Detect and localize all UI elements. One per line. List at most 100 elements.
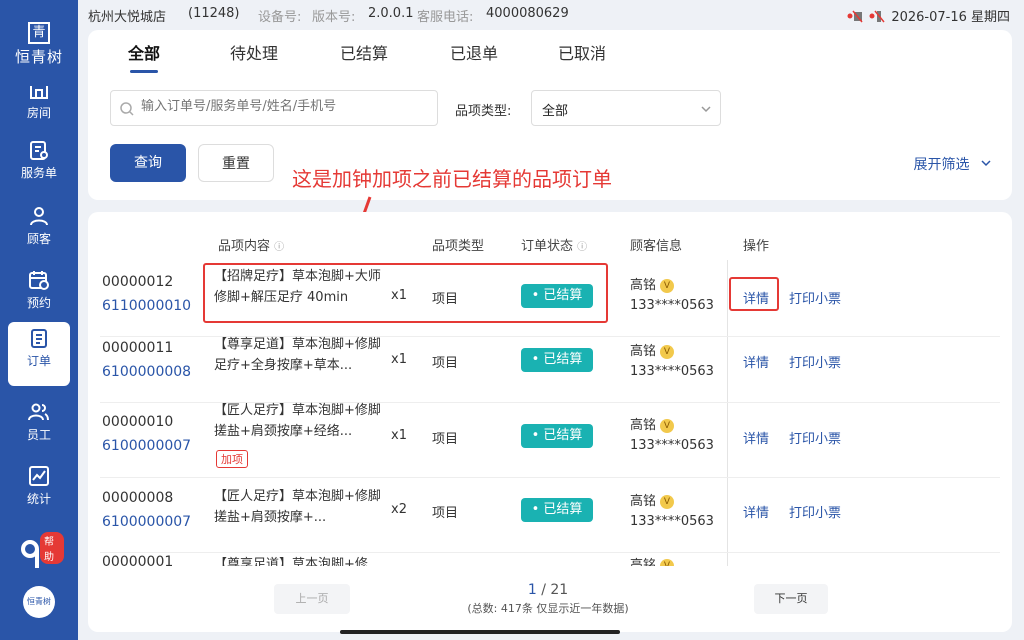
service-order-link[interactable]: 6100000007 [102,438,191,454]
tab-cancelled[interactable]: 已取消 [558,40,606,64]
logo-mark: 青 [28,22,50,44]
version-value: 2.0.0.1 [368,6,414,21]
total-pages: 21 [550,582,569,598]
item-quantity: x2 [391,502,407,517]
status-badge: • 已结算 [521,348,593,372]
print-receipt-link[interactable]: 打印小票 [789,502,841,521]
vip-icon: V [660,494,675,509]
item-type: 项目 [432,506,459,521]
scanner-off-icon [869,10,885,22]
item-type: 项目 [432,432,459,447]
order-number: 00000010 [102,414,174,430]
item-quantity: x1 [391,428,407,443]
sidebar-item-staff[interactable]: 员工 [0,396,78,460]
customer-phone: 133****0563 [630,438,714,453]
home-indicator[interactable] [340,630,620,634]
sidebar: 青 恒青树 房间 服务单 顾客 预约 订单 员工 统计 帮助 恒青树 [0,0,78,640]
customer-name: 高铭 V [630,554,675,566]
header-status: 订单状态 ⓘ [521,239,588,254]
tab-refunded[interactable]: 已退单 [450,40,498,64]
table-row: 00000008 6100000007 【匠人足疗】草本泡脚+修脚搓盐+肩颈按摩… [100,478,1000,553]
sidebar-item-room[interactable]: 房间 [0,76,78,140]
status-icons: 2026-07-16 星期四 [847,6,1010,25]
sidebar-item-appointment[interactable]: 预约 [0,264,78,328]
service-order-icon [30,141,48,160]
order-number: 00000001 [102,554,174,566]
sidebar-item-service-order[interactable]: 服务单 [0,134,78,198]
sidebar-item-label: 顾客 [26,232,51,246]
sidebar-item-statistics[interactable]: 统计 [0,460,78,524]
store-name: 杭州大悦城店 [88,10,167,25]
chevron-down-icon [981,160,991,167]
detail-link[interactable]: 详情 [743,428,769,447]
customer-icon [30,207,48,226]
printer-off-icon [847,10,863,22]
store-code: (11248) [188,6,240,21]
tab-settled[interactable]: 已结算 [340,40,388,64]
annotation-highlight-box [729,277,779,311]
customer-name: 高铭 V [630,414,675,433]
search-field[interactable] [110,90,438,126]
print-receipt-link[interactable]: 打印小票 [789,352,841,371]
table-row: 00000011 6100000008 【尊享足道】草本泡脚+修脚足疗+全身按摩… [100,328,1000,403]
info-icon: ⓘ [274,242,285,253]
header-type: 品项类型 [432,239,485,254]
expand-filter-button[interactable]: 展开筛选 [914,154,992,174]
item-content: 【匠人足疗】草本泡脚+修脚搓盐+肩颈按摩+... [214,489,381,525]
chart-icon [29,466,49,486]
item-type-value: 全部 [542,104,569,119]
sidebar-item-label: 服务单 [20,166,57,180]
item-quantity: x1 [391,352,407,367]
sidebar-item-label: 订单 [26,354,51,368]
query-button[interactable]: 查询 [110,144,186,182]
sidebar-item-order[interactable]: 订单 [8,322,70,386]
annotation-highlight-box [203,263,608,323]
service-order-link[interactable]: 6100000007 [102,514,191,530]
sidebar-item-customer[interactable]: 顾客 [0,200,78,264]
order-number: 00000011 [102,340,174,356]
status-bar: 杭州大悦城店 (11248) 设备号: 版本号: 2.0.0.1 客服电话: 4… [78,0,1024,28]
customer-phone: 133****0563 [630,298,714,313]
expand-filter-label: 展开筛选 [913,157,970,173]
version-label: 版本号: [312,10,356,25]
tab-pending[interactable]: 待处理 [230,40,278,64]
app-logo: 青 恒青树 [6,22,72,72]
print-receipt-link[interactable]: 打印小票 [789,288,841,307]
add-item-tag: 加项 [216,450,248,468]
current-page: 1 [527,582,537,598]
order-table: 品项内容 ⓘ 品项类型 订单状态 ⓘ 顾客信息 操作 00000012 6110… [88,212,1012,632]
item-content: 【尊享足道】草本泡脚+修脚足疗+全身按摩+草本... [214,337,381,373]
detail-link[interactable]: 详情 [743,502,769,521]
search-icon [120,102,134,116]
search-input[interactable] [141,99,431,114]
tab-all[interactable]: 全部 [128,40,160,64]
page-indicator: 1 / 21 [448,582,648,598]
order-number: 00000008 [102,490,174,506]
total-records: (总数: 417条 仅显示近一年数据) [467,602,629,615]
print-receipt-link[interactable]: 打印小票 [789,428,841,447]
detail-link[interactable]: 详情 [743,352,769,371]
datetime: 2026-07-16 星期四 [891,10,1010,25]
sidebar-item-label: 统计 [26,492,51,506]
hotline-label: 客服电话: [417,10,474,25]
item-type-label: 品项类型: [455,104,512,119]
sidebar-item-label: 房间 [26,106,51,120]
device-label: 设备号: [258,10,302,25]
vip-icon: V [660,278,675,293]
next-page-button[interactable]: 下一页 [754,584,828,614]
item-type-select[interactable]: 全部 [531,90,721,126]
item-type: 项目 [432,356,459,371]
customer-phone: 133****0563 [630,514,714,529]
service-order-link[interactable]: 6100000008 [102,364,191,380]
item-content: 【匠人足疗】草本泡脚+修脚搓盐+肩颈按摩+经络... [214,403,381,439]
prev-page-button[interactable]: 上一页 [274,584,350,614]
room-icon [30,86,48,99]
sidebar-item-label: 员工 [26,428,51,442]
help-button[interactable]: 帮助 [20,532,64,576]
customer-name: 高铭 V [630,340,675,359]
order-icon [31,329,47,348]
service-order-link[interactable]: 6110000010 [102,298,191,314]
reset-button[interactable]: 重置 [198,144,274,182]
status-badge: • 已结算 [521,498,593,522]
tab-active-indicator [130,70,158,73]
